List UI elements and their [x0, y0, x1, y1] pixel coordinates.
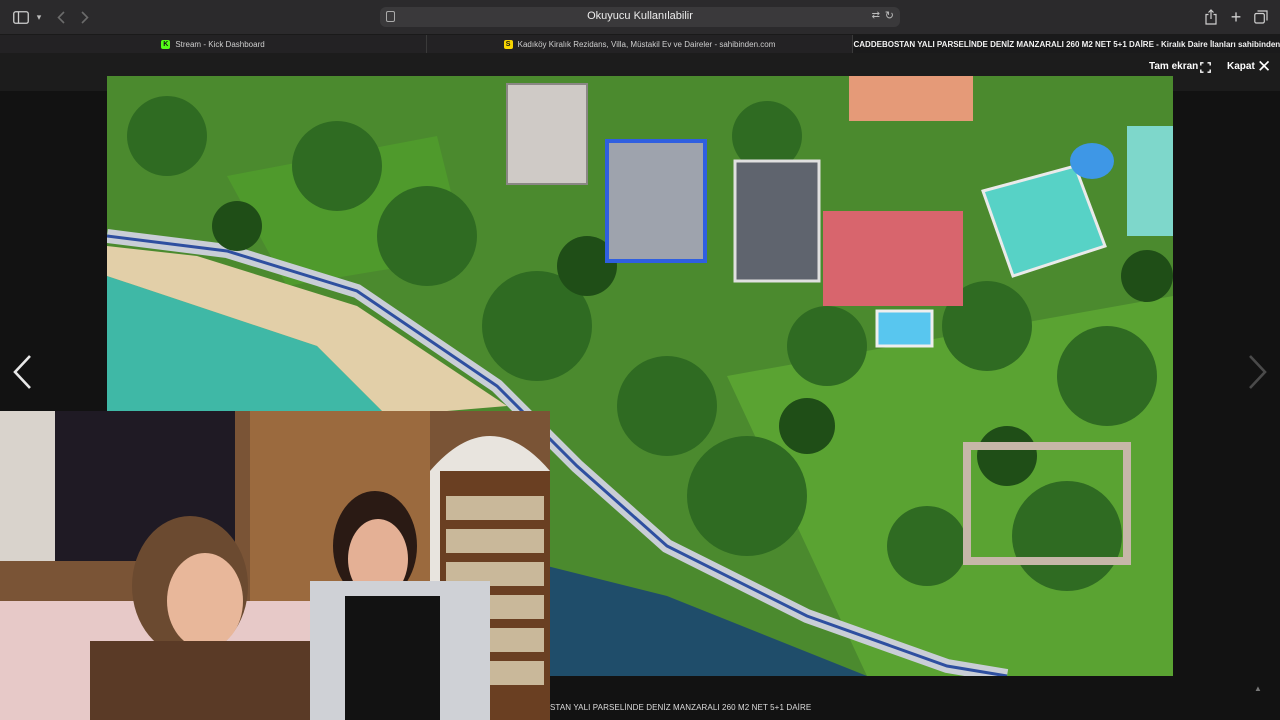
tab-label: Stream - Kick Dashboard: [175, 39, 265, 49]
close-button[interactable]: Kapat: [1227, 61, 1255, 72]
browser-toolbar: ▾ Okuyucu Kullanılabilir ⇄ ↻ +: [0, 0, 1280, 35]
address-text: Okuyucu Kullanılabilir: [587, 10, 693, 22]
address-bar[interactable]: Okuyucu Kullanılabilir ⇄ ↻: [380, 7, 900, 27]
share-icon[interactable]: [1204, 8, 1218, 26]
tab-label: CADDEBOSTAN YALI PARSELİNDE DENİZ MANZAR…: [853, 39, 1280, 49]
fullscreen-button[interactable]: Tam ekran: [1149, 61, 1198, 72]
reload-icon[interactable]: ↻: [885, 9, 894, 22]
fullscreen-icon[interactable]: [1200, 62, 1211, 73]
close-icon[interactable]: ✕: [1257, 58, 1271, 75]
tab-label: Kadıköy Kiralık Rezidans, Villa, Müstaki…: [517, 39, 776, 49]
chevron-down-icon[interactable]: ▾: [34, 8, 44, 26]
tab-kick-dashboard[interactable]: K Stream - Kick Dashboard: [0, 35, 427, 53]
tab-caddebostan-listing[interactable]: S CADDEBOSTAN YALI PARSELİNDE DENİZ MANZ…: [853, 35, 1280, 53]
tab-overview-icon[interactable]: [1254, 8, 1268, 26]
previous-photo-chevron-left-icon[interactable]: [10, 353, 36, 391]
scroll-up-icon[interactable]: ▲: [1254, 684, 1262, 693]
photo-caption: STAN YALI PARSELİNDE DENİZ MANZARALI 260…: [550, 703, 812, 712]
back-chevron-left-icon[interactable]: [54, 8, 68, 26]
webcam-video-image: [0, 411, 550, 720]
webcam-overlay: [0, 411, 550, 720]
kick-favicon-icon: K: [161, 39, 171, 49]
forward-chevron-right-icon[interactable]: [78, 8, 92, 26]
tab-kadikoy-listings[interactable]: S Kadıköy Kiralık Rezidans, Villa, Müsta…: [427, 35, 853, 53]
plus-icon[interactable]: +: [1229, 8, 1243, 26]
sidebar-icon[interactable]: [12, 8, 30, 26]
next-photo-chevron-right-icon[interactable]: [1244, 353, 1270, 391]
sahibinden-favicon-icon: S: [503, 39, 513, 49]
translate-icon[interactable]: ⇄: [872, 10, 880, 21]
tab-bar: K Stream - Kick Dashboard S Kadıköy Kira…: [0, 35, 1280, 53]
